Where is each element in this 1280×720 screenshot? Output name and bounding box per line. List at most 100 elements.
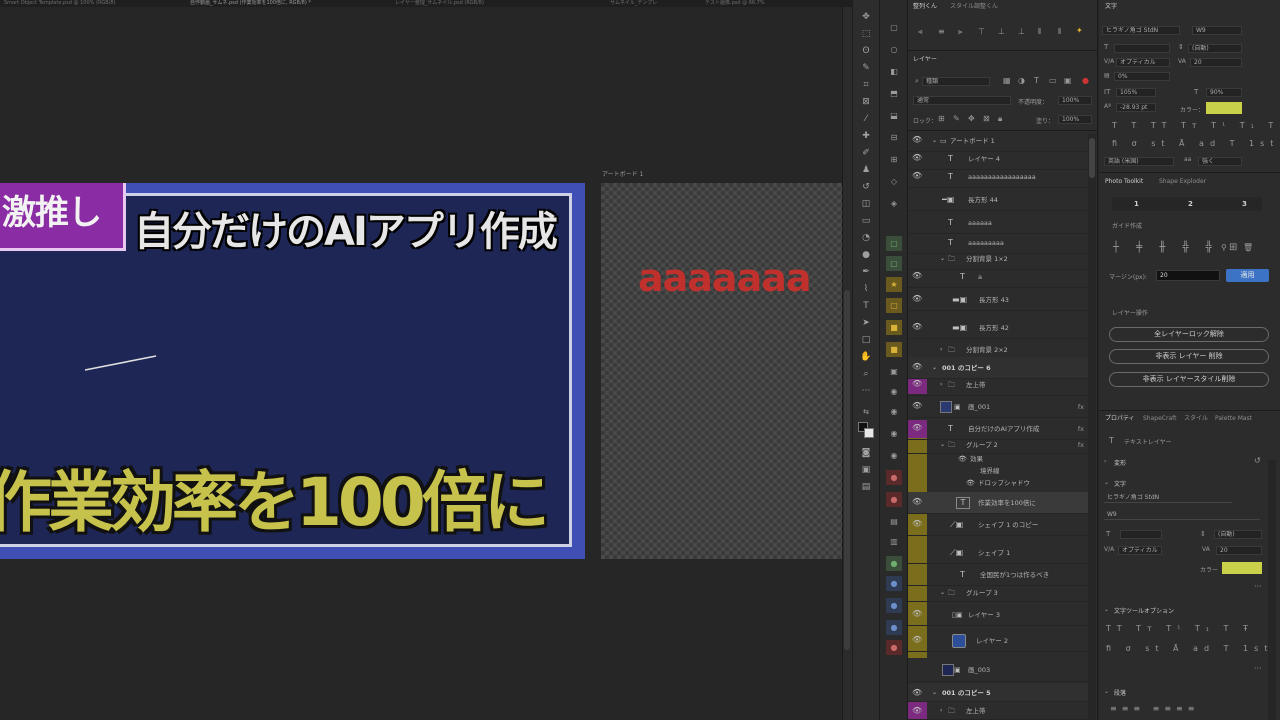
gradient-tool-icon[interactable]: ▭ <box>858 214 874 228</box>
artboard-transparent[interactable] <box>601 183 842 559</box>
align-middle-icon[interactable]: ⊥ <box>998 27 1005 36</box>
visibility-eye-icon[interactable]: 👁︎ <box>912 271 922 280</box>
filter-pixel-icon[interactable]: ▦ <box>1003 76 1011 85</box>
screen-mode-icon[interactable]: ▣ <box>858 463 874 477</box>
document-tab[interactable]: Smart Object Template.psd @ 100% (RGB/8) <box>4 0 154 7</box>
visibility-eye-icon[interactable]: 👁︎ <box>912 706 922 715</box>
effect-eye-icon[interactable]: 👁︎ <box>958 452 967 466</box>
crop-tool-icon[interactable]: ⌗ <box>858 78 874 92</box>
artboard-label[interactable]: アートボード 1 <box>602 169 643 178</box>
lock-position-icon[interactable]: ✥ <box>968 114 975 123</box>
panel-toggle-icon[interactable]: ▥ <box>886 534 902 549</box>
visibility-eye-icon[interactable]: 👁︎ <box>912 294 922 303</box>
prop-font-size-input[interactable] <box>1120 530 1162 539</box>
tab-palette-mast[interactable]: Palette Mast <box>1215 413 1252 425</box>
disclosure-chevron-icon[interactable]: ⌄ <box>932 684 937 702</box>
visibility-eye-icon[interactable]: 👁︎ <box>912 497 922 506</box>
path-select-icon[interactable]: ➤ <box>858 316 874 330</box>
prop-text-style-icons[interactable]: TT Tт T¹ T₁ T Ŧ <box>1106 624 1254 633</box>
layer-row[interactable]: T aaaaaa <box>908 212 1088 234</box>
tsume-input[interactable]: 0% <box>1114 72 1170 81</box>
swap-colors-icon[interactable]: ⇆ <box>858 405 874 419</box>
layer-row[interactable]: 👁︎ T aaaaaaaaaaaaaaaaa <box>908 166 1088 188</box>
panel-toggle-icon[interactable]: ⊟ <box>886 130 902 145</box>
panel-toggle-icon[interactable]: ◇ <box>886 174 902 189</box>
healing-brush-icon[interactable]: ✚ <box>858 129 874 143</box>
lock-pixels-icon[interactable]: ✎ <box>953 114 960 123</box>
document-tab[interactable]: レイヤー整理_サムネイル.psd (RGB/8) <box>395 0 585 7</box>
panel-toggle-icon[interactable]: ○ <box>886 42 902 57</box>
antialias-select[interactable]: 強く <box>1198 157 1242 166</box>
artboard-icon[interactable]: ▤ <box>858 480 874 494</box>
rectangle-tool-icon[interactable]: □ <box>858 333 874 347</box>
visibility-eye-icon[interactable]: 👁︎ <box>912 362 922 371</box>
layer-row[interactable]: ⌄ 🗀︎ グループ 3 <box>908 584 1088 602</box>
history-brush-icon[interactable]: ↺ <box>858 180 874 194</box>
effect-row[interactable]: 境界線 <box>908 465 1088 477</box>
layer-row[interactable]: 👁︎ レイヤー 2 <box>908 630 1088 652</box>
layer-fx-icon[interactable]: fx <box>1078 396 1084 418</box>
guide-trash-icon[interactable]: 🗑︎ <box>1243 243 1253 252</box>
visibility-eye-icon[interactable]: 👁︎ <box>912 519 922 528</box>
apply-button[interactable]: 適用 <box>1226 269 1269 282</box>
guide-brush-icon[interactable]: ⚲ <box>1221 243 1227 252</box>
reset-icon[interactable]: ↺ <box>1254 456 1261 465</box>
text-tool-icon[interactable]: T <box>858 299 874 313</box>
tab-style-kun[interactable]: スタイル調整くん <box>950 1 998 13</box>
transform-section[interactable]: 変形 <box>1114 458 1126 467</box>
color-label-green-icon[interactable]: ▢ <box>886 256 902 271</box>
lock-all-icon[interactable]: 🔒︎ <box>998 114 1002 124</box>
char-section[interactable]: 文字 <box>1114 479 1126 488</box>
visibility-box-icon[interactable]: □ <box>912 547 920 556</box>
layer-row[interactable]: 👁︎ ▬▣ 長方形 43 <box>908 289 1088 311</box>
layer-row[interactable]: 👁︎ ⌄ 001 のコピー 5 <box>908 684 1088 702</box>
layer-row-selected[interactable]: 👁︎ T 作業効率を100倍に <box>908 492 1088 514</box>
disclosure-chevron-icon[interactable]: › <box>940 702 942 720</box>
document-tab-active[interactable]: 自作動画_サムネ.psd (作業効率を100倍に, RGB/8) * <box>190 0 370 7</box>
tab-layers[interactable]: レイヤー <box>913 54 937 66</box>
effect-eye-icon[interactable]: 👁︎ <box>966 477 975 489</box>
color-label-blue-icon[interactable]: ● <box>886 620 902 635</box>
prop-leading-input[interactable]: (自動) <box>1214 530 1262 539</box>
pen-tool-icon[interactable]: ✒ <box>858 265 874 279</box>
frame-tool-icon[interactable]: ⊠ <box>858 95 874 109</box>
document-tab[interactable]: テスト画像.psd @ 66.7% <box>705 0 835 7</box>
prop-text-color-swatch[interactable] <box>1222 562 1262 574</box>
tab-shapecraft[interactable]: ShapeCraft <box>1143 413 1176 425</box>
distribute-h-icon[interactable]: ⦀ <box>1038 27 1042 37</box>
panel-toggle-icon[interactable]: ⊞ <box>886 152 902 167</box>
layer-row[interactable]: 👁︎ ▯▣ レイヤー 3 <box>908 604 1088 626</box>
sparkle-icon[interactable]: ✦ <box>1076 26 1083 35</box>
layers-scrollbar[interactable] <box>1088 134 1096 720</box>
horizontal-scale-input[interactable]: 90% <box>1206 88 1242 97</box>
color-label-yellow-icon[interactable]: ■ <box>886 342 902 357</box>
blur-tool-icon[interactable]: ◔ <box>858 231 874 245</box>
layer-row[interactable]: □ ⟋▣ シェイプ 1 <box>908 542 1088 564</box>
align-center-icon[interactable]: ≡ <box>938 27 945 36</box>
layer-row[interactable]: 👁︎ T a <box>908 266 1088 288</box>
paragraph-section[interactable]: 段落 <box>1114 688 1126 697</box>
opentype-icons[interactable]: ﬁ σ st Ā ad T 1st ½ <box>1112 139 1280 148</box>
filter-type-icon[interactable]: T <box>1034 76 1039 85</box>
properties-scrollbar[interactable] <box>1268 460 1276 720</box>
filter-toggle-icon[interactable]: ● <box>1082 76 1089 85</box>
section-chevron-icon[interactable]: ⌄ <box>1104 688 1109 695</box>
visibility-eye-icon[interactable]: 👁︎ <box>912 379 922 388</box>
visibility-box-icon[interactable]: □ <box>912 569 920 578</box>
panel-toggle-icon[interactable]: ▢ <box>886 20 902 35</box>
tab-style[interactable]: スタイル <box>1184 413 1208 425</box>
layer-row[interactable]: ▣ 画_003 <box>908 658 1088 682</box>
lasso-tool-icon[interactable]: ʘ <box>858 44 874 58</box>
margin-input[interactable]: 20 <box>1156 270 1220 281</box>
delete-hidden-layers-button[interactable]: 非表示 レイヤー 削除 <box>1109 349 1269 364</box>
quick-mask-icon[interactable]: ◙ <box>858 446 874 460</box>
prop-font-family-select[interactable]: ヒラギノ角ゴ StdN <box>1104 494 1232 503</box>
more-options-icon[interactable]: ··· <box>1254 582 1262 591</box>
color-label-green-icon[interactable]: ● <box>886 556 902 571</box>
baseline-shift-input[interactable]: -28.93 pt <box>1116 103 1156 112</box>
layer-row[interactable]: 👁︎ ▬▣ 長方形 42 <box>908 317 1088 339</box>
prop-font-weight-select[interactable]: W9 <box>1104 511 1260 520</box>
background-color-swatch[interactable] <box>864 428 874 438</box>
panel-toggle-icon[interactable]: ⬓ <box>886 108 902 123</box>
hand-tool-icon[interactable]: ✋ <box>858 350 874 364</box>
